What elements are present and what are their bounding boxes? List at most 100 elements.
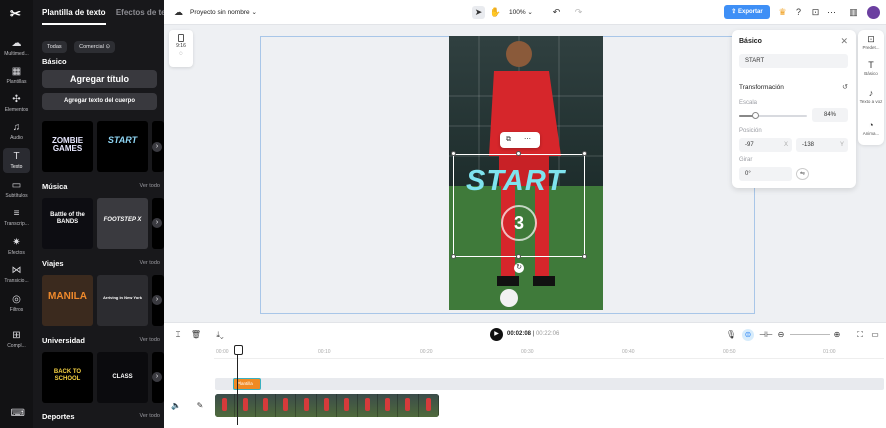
capcut-logo-icon[interactable]: ✂ — [10, 6, 24, 21]
music-see-all-link[interactable]: Ver todo — [140, 183, 161, 189]
play-button[interactable]: ▶ — [490, 328, 503, 341]
right-rail-presets[interactable]: ⊡ Predet... — [858, 34, 884, 50]
gift-icon[interactable]: ⊡ — [809, 6, 822, 19]
rail-item-text[interactable]: T Texto — [3, 148, 30, 173]
rail-item-filters[interactable]: ◎ Filtros — [0, 294, 33, 313]
split-icon[interactable]: ⌶ — [172, 329, 184, 341]
video-clip[interactable] — [215, 394, 439, 417]
tab-text-templates[interactable]: Plantilla de texto — [42, 8, 106, 25]
tick-6: 01:00 — [823, 349, 836, 355]
rail-item-audio[interactable]: ♫ Audio — [0, 122, 33, 141]
rotate-handle-icon[interactable]: ↻ — [514, 263, 524, 273]
scale-value-field[interactable]: 84% — [812, 108, 848, 122]
university-see-all-link[interactable]: Ver todo — [140, 337, 161, 343]
position-y-field[interactable]: -138 Y — [796, 138, 848, 152]
template-class[interactable]: CLASS — [97, 352, 148, 403]
rail-item-elements[interactable]: ✣ Elementos — [0, 94, 33, 113]
delete-icon[interactable]: 🗑 — [190, 329, 202, 341]
zoom-in-icon[interactable]: ⊕ — [831, 329, 843, 341]
premium-icon[interactable]: ♛ — [776, 6, 789, 19]
scroll-right-music-icon[interactable]: › — [152, 218, 162, 228]
template-footstep[interactable]: FOOTSTEP X — [97, 198, 148, 249]
scroll-right-university-icon[interactable]: › — [152, 372, 162, 382]
position-label: Posición — [739, 128, 762, 134]
resize-handle-tr[interactable] — [582, 151, 587, 156]
rail-item-transcript[interactable]: ≡ Transcrip... — [0, 208, 33, 227]
right-rail-animation[interactable]: ◔ Anima... — [858, 120, 884, 136]
add-body-text-button[interactable]: Agregar texto del cuerpo — [42, 93, 157, 110]
rail-item-captions[interactable]: ▭ Subtítulos — [0, 180, 33, 199]
template-battle-bands[interactable]: Battle of the BANDS — [42, 198, 93, 249]
clip-frame — [215, 394, 236, 417]
resize-handle-top[interactable] — [516, 151, 521, 156]
scale-slider-thumb[interactable] — [752, 112, 759, 119]
template-back-text: BACK TO SCHOOL — [53, 369, 82, 382]
tick-1: 00:10 — [318, 349, 331, 355]
resize-handle-tl[interactable] — [451, 151, 456, 156]
rail-item-transitions[interactable]: ⋈ Transicio... — [0, 265, 33, 284]
travel-see-all-link[interactable]: Ver todo — [140, 260, 161, 266]
fit-screen-icon[interactable]: ⛶ — [854, 329, 866, 341]
template-new-york[interactable]: Arriving in New York — [97, 275, 148, 326]
aspect-ratio-selector[interactable]: 9:16 ◌ — [169, 30, 193, 67]
sports-see-all-link[interactable]: Ver todo — [140, 413, 161, 419]
project-name[interactable]: Proyecto sin nombre ⌄ — [190, 8, 257, 16]
position-x-field[interactable]: -97 X — [739, 138, 792, 152]
timeline: ⌶ 🗑 ⤓⌄ ▶ 00:02:08 | 00:22:06 🎙 ⊜ ⊣⊢ ⊖ ⊕ … — [164, 322, 886, 428]
template-manila[interactable]: MANILA — [42, 275, 93, 326]
keyboard-shortcuts-button[interactable]: ⌨ — [0, 408, 33, 421]
rail-item-plugins[interactable]: ⊞ Compl... — [0, 330, 33, 349]
rotate-flip-icon[interactable]: ⇋ — [796, 168, 809, 180]
template-newyork-text: Arriving in New York — [103, 295, 142, 300]
scroll-right-basic-icon[interactable]: › — [152, 142, 162, 152]
microphone-icon[interactable]: 🎙 — [725, 329, 737, 341]
overlay-start-text[interactable]: START — [466, 165, 565, 198]
chip-commercial[interactable]: Comercial ⊙ — [74, 41, 116, 53]
user-avatar[interactable] — [867, 6, 880, 19]
template-start[interactable]: START — [97, 121, 148, 172]
help-icon[interactable]: ? — [792, 6, 805, 19]
feedback-icon[interactable]: ▭ — [869, 329, 881, 341]
chip-all[interactable]: Todas — [42, 41, 67, 53]
layout-toggle-icon[interactable]: ▥ — [847, 6, 860, 19]
split-view-icon[interactable]: ⊣⊢ — [759, 329, 773, 341]
export-button[interactable]: ⇪ Exportar — [724, 5, 770, 19]
hand-pan-icon[interactable]: ✋ — [489, 6, 502, 19]
rail-item-effects[interactable]: ✷ Efectos — [0, 237, 33, 256]
resize-handle-bottom[interactable] — [516, 254, 521, 259]
reset-icon[interactable]: ↺ — [842, 83, 848, 91]
undo-icon[interactable]: ↶ — [550, 6, 563, 19]
add-title-button[interactable]: Agregar título — [42, 70, 157, 88]
background-icon[interactable]: ◌ — [169, 51, 193, 57]
mute-icon[interactable]: 🔈 — [170, 400, 182, 412]
rail-item-templates[interactable]: ▦ Plantillas — [0, 66, 33, 85]
resize-handle-br[interactable] — [582, 254, 587, 259]
template-back-to-school[interactable]: BACK TO SCHOOL — [42, 352, 93, 403]
snap-icon[interactable]: ⊜ — [742, 329, 754, 341]
tab-text-effects[interactable]: Efectos de text — [116, 8, 164, 17]
captions-icon: ▭ — [11, 180, 22, 191]
text-content-field[interactable]: START — [739, 54, 848, 68]
clip-frame — [316, 394, 338, 417]
scroll-right-travel-icon[interactable]: › — [152, 295, 162, 305]
redo-icon[interactable]: ↷ — [572, 6, 585, 19]
rail-item-media[interactable]: ☁ Multimed... — [0, 38, 33, 57]
more-icon[interactable]: ⋯ — [524, 132, 531, 148]
right-rail-tts[interactable]: ♪ Texto a voz — [858, 88, 884, 104]
duplicate-icon[interactable]: ⧉ — [506, 132, 511, 148]
template-zombie-games[interactable]: ZOMBIE GAMES — [42, 121, 93, 172]
edit-track-icon[interactable]: ✎ — [194, 400, 206, 412]
resize-handle-bl[interactable] — [451, 254, 456, 259]
playhead[interactable] — [234, 345, 243, 425]
zoom-select[interactable]: 100% ⌄ — [509, 8, 533, 16]
more-options-icon[interactable]: ⋯ — [825, 6, 838, 19]
zoom-out-icon[interactable]: ⊖ — [775, 329, 787, 341]
timeline-zoom-slider[interactable] — [790, 334, 830, 335]
total-time: 00:22:06 — [535, 331, 560, 337]
select-pointer-icon[interactable]: ➤ — [472, 6, 485, 19]
scale-label: Escala — [739, 100, 758, 106]
rotate-value-field[interactable]: 0° — [739, 167, 792, 181]
close-icon[interactable]: ✕ — [840, 36, 848, 47]
download-icon[interactable]: ⤓⌄ — [210, 329, 230, 341]
right-rail-basic[interactable]: T Básico — [858, 60, 884, 76]
